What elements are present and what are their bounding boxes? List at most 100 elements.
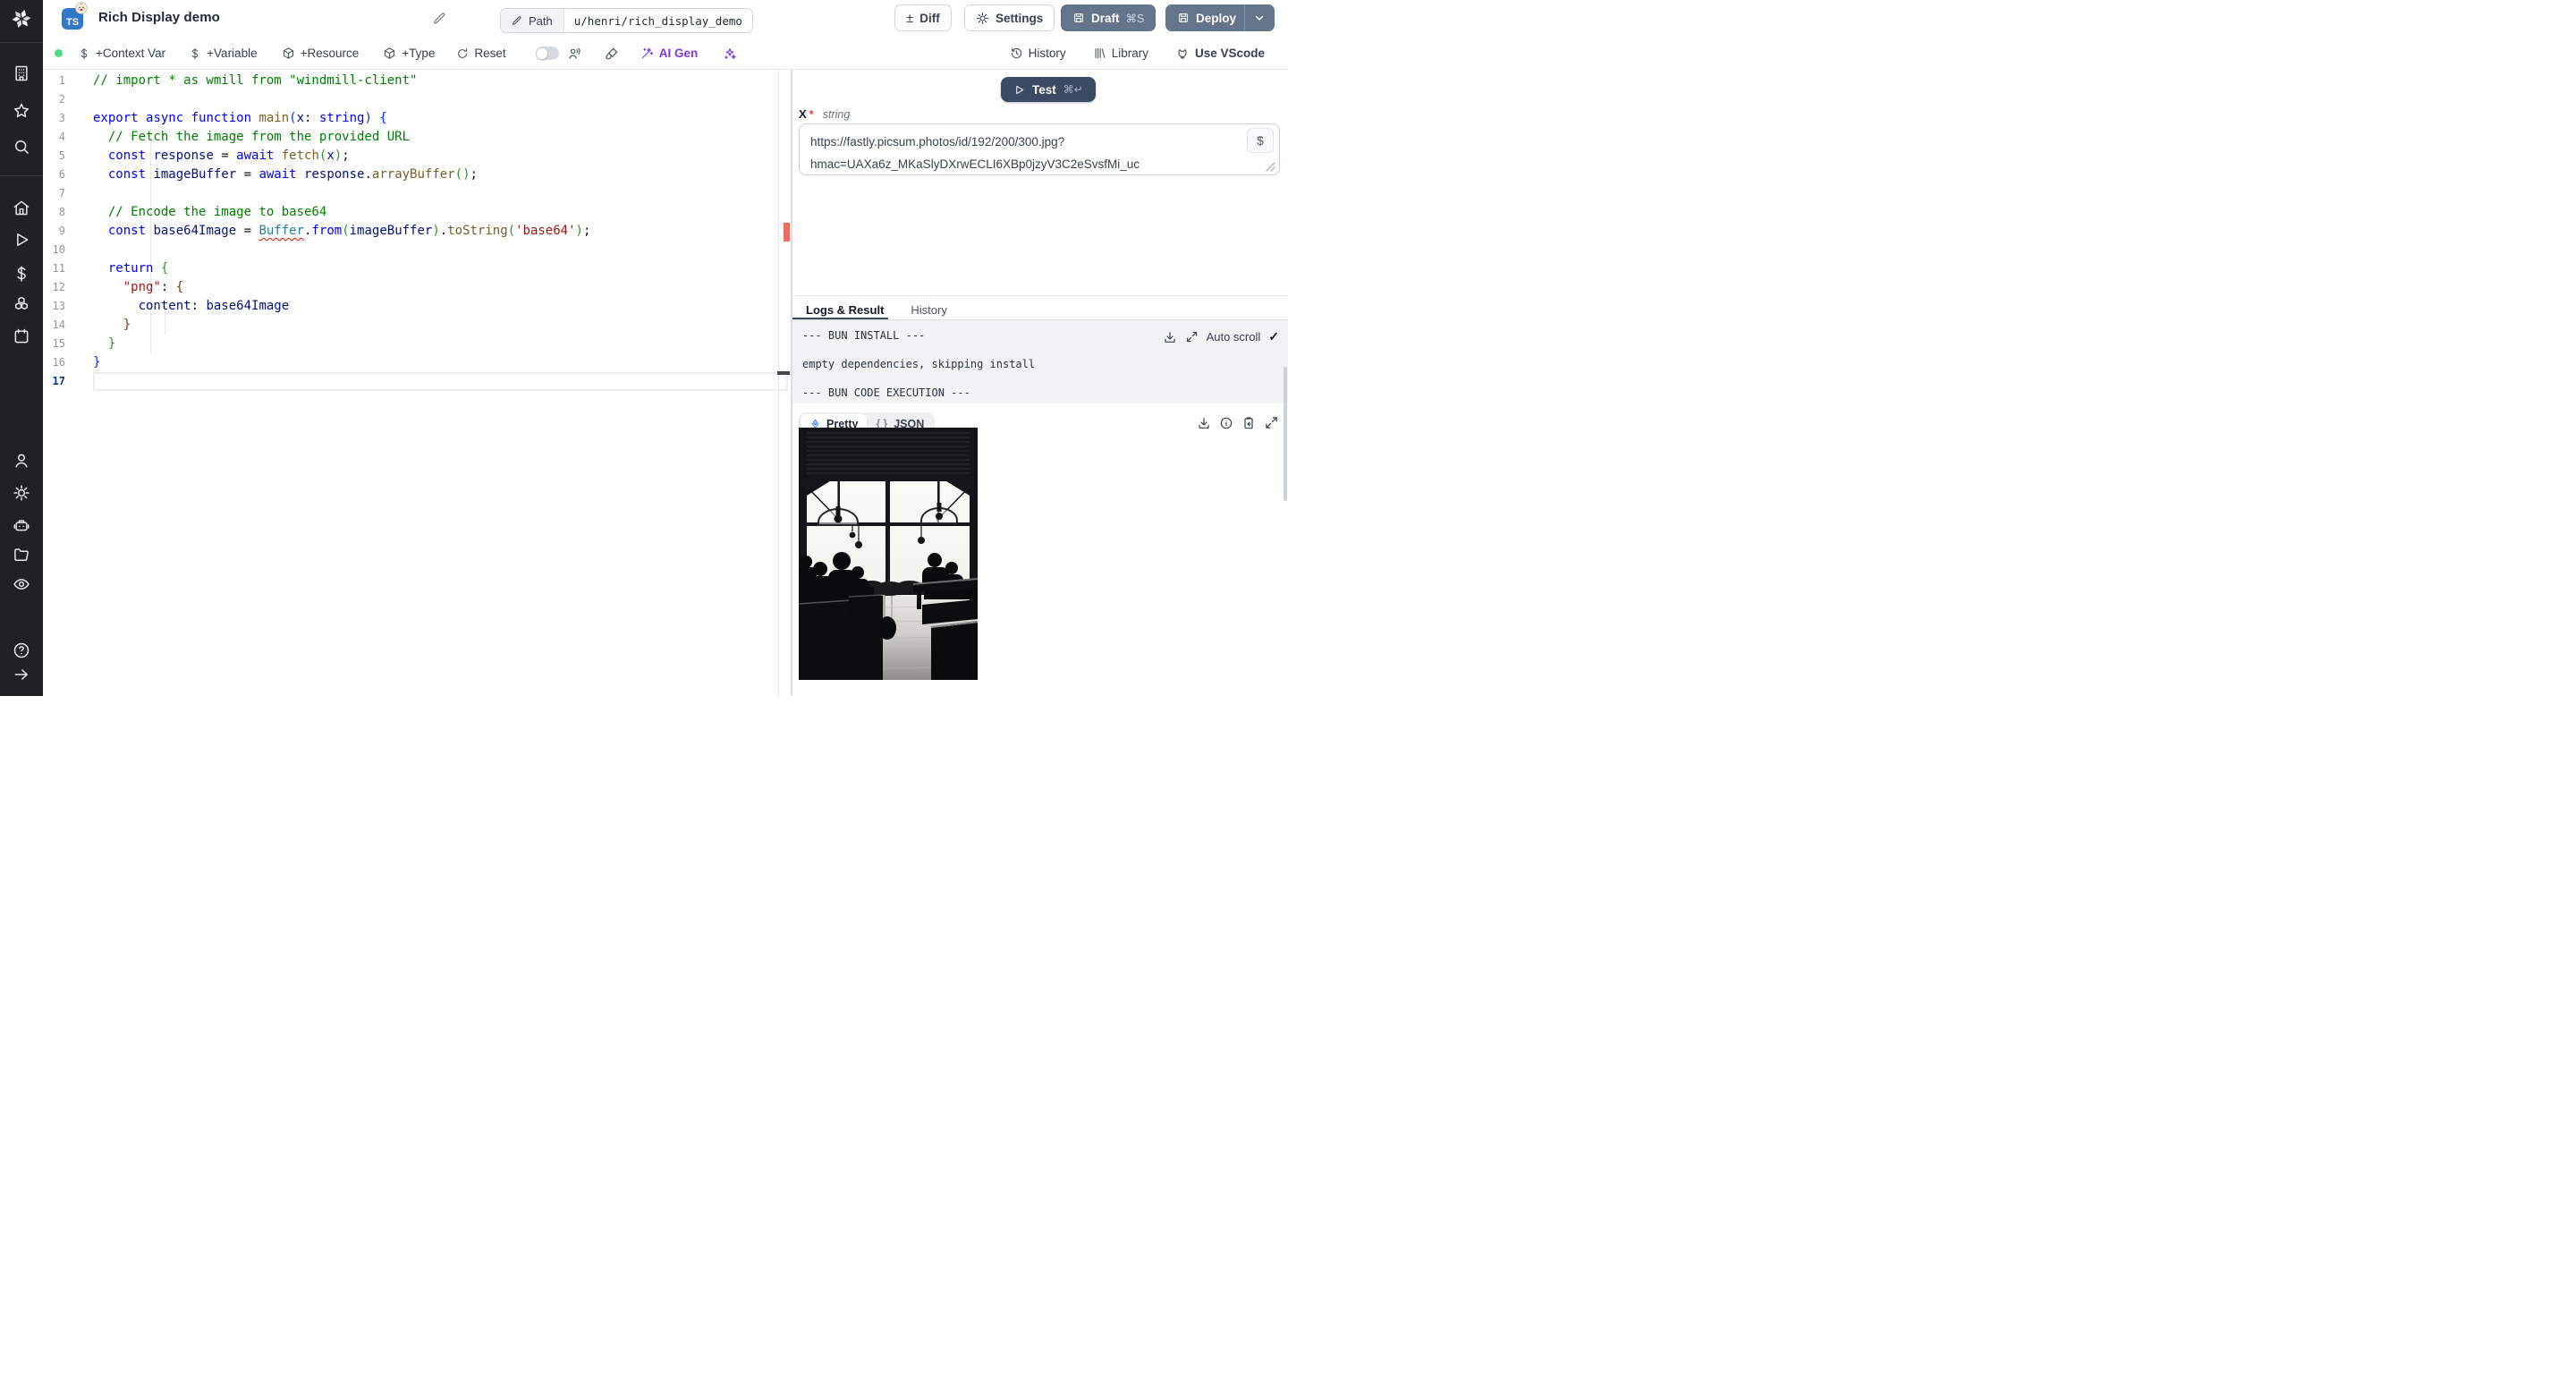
library-books-icon bbox=[1093, 47, 1106, 60]
multiplayer-toggle[interactable] bbox=[535, 47, 559, 60]
use-vscode-button[interactable]: Use VScode bbox=[1175, 47, 1265, 61]
copy-clipboard-icon[interactable] bbox=[1241, 416, 1256, 430]
settings-button[interactable]: Settings bbox=[964, 4, 1055, 31]
format-brush-icon[interactable] bbox=[605, 47, 619, 61]
argument-label: x * string bbox=[799, 107, 850, 121]
sidebar-item-home-icon[interactable] bbox=[13, 199, 30, 216]
deploy-button[interactable]: Deploy bbox=[1165, 4, 1275, 31]
path-value: u/henri/rich_display_demo bbox=[573, 13, 742, 28]
code-line: 5 const response = await fetch(x); bbox=[43, 147, 791, 166]
code-text: content: base64Image bbox=[138, 299, 290, 313]
path-label: Path bbox=[529, 13, 553, 28]
expand-result-icon[interactable] bbox=[1264, 415, 1279, 430]
code-line: 11 return { bbox=[43, 259, 791, 278]
draft-shortcut: ⌘S bbox=[1125, 12, 1145, 25]
page-title: Rich Display demo bbox=[98, 10, 220, 25]
code-text: return { bbox=[107, 261, 169, 276]
code-text: const response = await fetch(x); bbox=[107, 149, 350, 163]
code-line: 4 // Fetch the image from the provided U… bbox=[43, 128, 791, 147]
sidebar-item-dollar-icon[interactable] bbox=[13, 265, 30, 283]
code-line: 3 export async function main(x: string) { bbox=[43, 109, 791, 128]
download-logs-icon[interactable] bbox=[1163, 330, 1177, 344]
code-line: 6 const imageBuffer = await response.arr… bbox=[43, 166, 791, 184]
line-number: 12 bbox=[52, 281, 65, 293]
deploy-split-divider bbox=[1244, 5, 1246, 30]
log-line: empty dependencies, skipping install bbox=[802, 358, 1036, 370]
code-line: 9 const base64Image = Buffer.from(imageB… bbox=[43, 222, 791, 241]
code-text: const base64Image = Buffer.from(imageBuf… bbox=[107, 224, 591, 238]
line-number: 11 bbox=[52, 262, 65, 275]
code-line: 8 // Encode the image to base64 bbox=[43, 203, 791, 222]
code-text: } bbox=[123, 318, 131, 332]
panel-scrollbar[interactable] bbox=[1284, 367, 1287, 501]
sidebar-item-cubes-icon[interactable] bbox=[13, 295, 30, 313]
line-number: 2 bbox=[58, 93, 65, 106]
package-icon bbox=[383, 47, 396, 60]
argument-type: string bbox=[822, 108, 851, 121]
sidebar-item-arrow-right-icon[interactable] bbox=[13, 666, 30, 683]
line-number: 3 bbox=[58, 112, 65, 124]
line-number: 8 bbox=[58, 206, 65, 218]
code-line: 13 content: base64Image bbox=[43, 297, 791, 316]
sidebar-item-building-icon[interactable] bbox=[13, 64, 30, 82]
code-line: 10 bbox=[43, 241, 791, 259]
error-marker bbox=[784, 223, 790, 242]
resize-handle-icon[interactable] bbox=[1266, 162, 1275, 172]
run-panel: Test ⌘↵ x * string https://fastly.picsum… bbox=[792, 70, 1288, 696]
add-resource-button[interactable]: +Resource bbox=[282, 47, 359, 60]
log-line: --- BUN CODE EXECUTION --- bbox=[802, 386, 970, 399]
required-mark: * bbox=[809, 107, 814, 121]
sidebar-item-user-icon[interactable] bbox=[13, 452, 30, 470]
library-button[interactable]: Library bbox=[1093, 47, 1148, 60]
reset-button[interactable]: Reset bbox=[456, 47, 506, 60]
header: TS Rich Display demo Path u/henri/rich_d… bbox=[43, 0, 1288, 38]
status-dot bbox=[55, 49, 63, 57]
download-result-icon[interactable] bbox=[1197, 416, 1211, 430]
chevron-down-icon[interactable] bbox=[1253, 12, 1266, 24]
ai-gen-button[interactable]: AI Gen bbox=[640, 47, 698, 60]
overview-ruler bbox=[778, 70, 779, 696]
history-button[interactable]: History bbox=[1010, 47, 1066, 60]
sidebar-item-gear-icon[interactable] bbox=[13, 484, 30, 502]
history-clock-icon bbox=[1010, 47, 1023, 60]
save-icon bbox=[1072, 12, 1085, 24]
sidebar-item-folder-icon[interactable] bbox=[13, 546, 30, 564]
sidebar-item-search-icon[interactable] bbox=[13, 138, 30, 156]
edit-title-pencil-icon[interactable] bbox=[433, 12, 446, 25]
magic-wand-icon bbox=[640, 47, 654, 60]
save-icon bbox=[1177, 12, 1190, 24]
code-text: const imageBuffer = await response.array… bbox=[107, 167, 478, 182]
toolbar: +Context Var +Variable +Resource +Type R… bbox=[43, 38, 1288, 70]
insert-variable-button[interactable]: $ bbox=[1247, 128, 1274, 153]
diff-button[interactable]: ± Diff bbox=[894, 4, 952, 31]
add-context-var-button[interactable]: +Context Var bbox=[78, 47, 165, 60]
auto-scroll-check-icon[interactable]: ✓ bbox=[1268, 329, 1279, 344]
sparkles-icon[interactable] bbox=[723, 47, 737, 61]
add-type-button[interactable]: +Type bbox=[383, 47, 435, 60]
expand-logs-icon[interactable] bbox=[1185, 330, 1199, 344]
log-controls: Auto scroll ✓ bbox=[1163, 329, 1279, 344]
sidebar-item-calendar-icon[interactable] bbox=[13, 327, 30, 345]
code-editor[interactable]: 1 // import * as wmill from "windmill-cli… bbox=[43, 70, 791, 696]
code-line: 7 bbox=[43, 184, 791, 203]
code-line: 16} bbox=[43, 353, 791, 372]
sidebar-item-star-icon[interactable] bbox=[13, 102, 30, 120]
sidebar-item-help-icon[interactable] bbox=[13, 641, 30, 659]
sidebar-item-robot-icon[interactable] bbox=[13, 517, 30, 535]
tab-history[interactable]: History bbox=[897, 300, 960, 320]
path-chip[interactable]: Path u/henri/rich_display_demo bbox=[500, 8, 753, 33]
path-pencil-icon bbox=[512, 15, 522, 26]
draft-button[interactable]: Draft ⌘S bbox=[1061, 4, 1157, 31]
line-number: 10 bbox=[52, 243, 65, 256]
person-signal-icon[interactable] bbox=[567, 47, 581, 61]
info-icon[interactable] bbox=[1219, 416, 1233, 430]
auto-scroll-label[interactable]: Auto scroll bbox=[1207, 330, 1261, 344]
sidebar-divider bbox=[0, 175, 43, 176]
sidebar-item-play-icon[interactable] bbox=[13, 231, 30, 249]
add-variable-button[interactable]: +Variable bbox=[189, 47, 258, 60]
test-button[interactable]: Test ⌘↵ bbox=[1001, 77, 1096, 102]
argument-input[interactable]: https://fastly.picsum.photos/id/192/200/… bbox=[799, 123, 1280, 175]
sidebar bbox=[0, 0, 43, 696]
sidebar-item-eye-icon[interactable] bbox=[13, 575, 30, 593]
windmill-logo-icon[interactable] bbox=[10, 7, 33, 30]
